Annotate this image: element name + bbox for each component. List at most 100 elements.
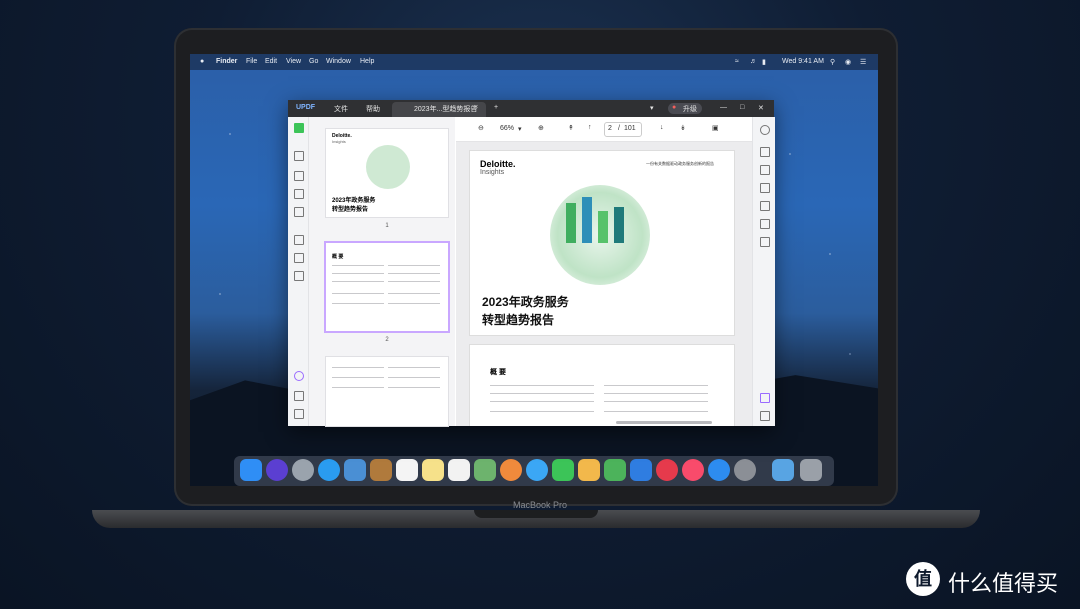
numbers-dock-icon[interactable] [604,459,626,481]
menu-help-cn[interactable]: 帮助 [366,104,380,114]
menubar-clock[interactable]: Wed 9:41 AM [782,58,824,65]
comment-icon[interactable] [294,151,304,161]
new-tab-icon[interactable]: + [494,104,498,111]
reader-mode-icon[interactable] [294,123,304,133]
thumbnail-page-2[interactable]: 概 要 [326,243,448,331]
menu-finder[interactable]: Finder [216,58,237,65]
zoom-value[interactable]: 66% [500,125,514,132]
maximize-icon[interactable]: □ [740,104,744,111]
presentation-icon[interactable]: ▣ [712,124,719,132]
print-icon[interactable] [760,147,770,157]
share-icon[interactable] [760,201,770,211]
system-preferences-dock-icon[interactable] [734,459,756,481]
thumbnail-page-1[interactable]: Deloitte. Insights 2023年政务服务 转型趋势报告 [326,129,448,217]
menu-go[interactable]: Go [309,58,318,65]
tab-title[interactable]: 2023年...型趋势报告 [414,104,477,114]
news-dock-icon[interactable] [656,459,678,481]
crop-icon[interactable] [294,207,304,217]
thumb1-illustration [366,145,410,189]
previous-page-icon[interactable]: ↑ [588,124,592,131]
page-tools-icon[interactable] [294,271,304,281]
apple-menu-icon[interactable]: ● [200,58,204,65]
music-dock-icon[interactable] [682,459,704,481]
protect-icon[interactable] [760,183,770,193]
search-document-icon[interactable] [760,125,770,135]
thumbnail-page-3[interactable] [326,357,448,426]
photos-dock-icon[interactable] [500,459,522,481]
app-store-dock-icon[interactable] [708,459,730,481]
facetime-dock-icon[interactable] [552,459,574,481]
macbook-label: MacBook Pro [512,500,568,510]
tab-list-icon[interactable]: ▾ [650,104,654,112]
reminders-dock-icon[interactable] [448,459,470,481]
upgrade-label: 升级 [683,106,697,113]
maps-dock-icon[interactable] [474,459,496,481]
messages-dock-icon[interactable] [526,459,548,481]
downloads-folder-dock-icon[interactable] [772,459,794,481]
attachment-icon[interactable] [294,409,304,419]
battery-icon[interactable]: ▮ [762,58,766,66]
text-line [604,411,708,412]
siri-icon[interactable]: ◉ [845,58,851,66]
organize-pages-icon[interactable] [294,189,304,199]
search-icon[interactable]: ⚲ [830,58,835,66]
text-line [388,303,440,304]
pages-dock-icon[interactable] [578,459,600,481]
email-icon[interactable] [760,219,770,229]
photo-browser-dock-icon[interactable] [344,459,366,481]
notes-dock-icon[interactable] [422,459,444,481]
last-page-icon[interactable]: ↡ [680,124,686,132]
wifi-icon[interactable]: ≈ [735,58,739,65]
text-line [388,281,440,282]
menu-file[interactable]: File [246,58,257,65]
horizontal-scrollbar[interactable] [616,421,712,424]
launchpad-dock-icon[interactable] [292,459,314,481]
zoom-out-button[interactable]: ⊖ [478,124,484,132]
comment-panel-icon[interactable] [760,411,770,421]
first-page-icon[interactable]: ↟ [568,124,574,132]
edit-text-icon[interactable] [294,171,304,181]
page1-title-line2: 转型趋势报告 [482,313,555,327]
calendar-dock-icon[interactable] [396,459,418,481]
page-current[interactable]: 2 [608,125,612,132]
document-view: ⊖ 66% ▾ ⊕ ↟ ↑ 2 / 101 ↓ ↡ ▣ Deloitte. In… [456,117,752,426]
siri-dock-icon[interactable] [266,459,288,481]
document-page-2: 概 要 [470,345,734,426]
keynote-dock-icon[interactable] [630,459,652,481]
menu-window[interactable]: Window [326,58,351,65]
next-page-icon[interactable]: ↓ [660,124,664,131]
thumbnail-page-number: 1 [385,223,389,229]
thumbnail-page-number: 2 [385,337,389,343]
finder-dock-icon[interactable] [240,459,262,481]
zoom-dropdown-icon[interactable]: ▾ [518,125,522,133]
text-line [388,377,440,378]
control-center-icon[interactable]: ☰ [860,58,866,66]
watermark-logo: 值 [906,562,940,596]
form-icon[interactable] [294,235,304,245]
save-icon[interactable] [760,237,770,247]
bookmark-icon[interactable] [294,391,304,401]
menu-help[interactable]: Help [360,58,374,65]
dock [234,456,834,486]
menu-view[interactable]: View [286,58,301,65]
tab-close-icon[interactable]: × [474,104,478,111]
text-line [604,401,708,402]
zoom-in-button[interactable]: ⊕ [538,124,544,132]
safari-dock-icon[interactable] [318,459,340,481]
menu-file-cn[interactable]: 文件 [334,104,348,114]
ocr-icon[interactable] [294,253,304,263]
text-line [604,393,708,394]
notes-book-dock-icon[interactable] [370,459,392,481]
building-shape [566,203,576,243]
ai-assistant-icon[interactable] [294,371,304,381]
text-line [604,385,708,386]
watermark-text: 什么值得买 [948,571,1059,596]
convert-icon[interactable] [760,165,770,175]
volume-icon[interactable]: ♬ [750,58,757,65]
updf-ai-icon[interactable] [760,393,770,403]
menu-edit[interactable]: Edit [265,58,277,65]
trash-dock-icon[interactable] [800,459,822,481]
close-icon[interactable]: ✕ [758,104,764,112]
minimize-icon[interactable]: — [720,104,727,111]
text-line [490,401,594,402]
